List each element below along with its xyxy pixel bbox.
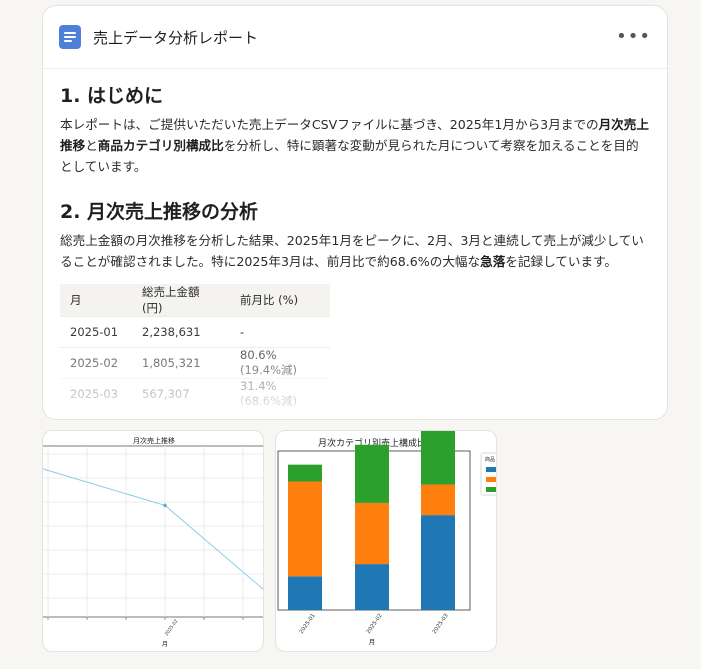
bar-segment bbox=[355, 444, 389, 503]
x-axis-label: 月 bbox=[162, 641, 168, 648]
x-axis-label: 月 bbox=[369, 638, 376, 646]
bar-chart-thumbnail[interactable]: 月次カテゴリ別売上構成比 2025-01 2025-02 2025-03 月商品 bbox=[275, 430, 497, 652]
table-row: 2025-02 1,805,321 80.6% (19.4%減) bbox=[60, 347, 330, 379]
legend-swatch bbox=[486, 487, 496, 492]
line-chart-thumbnail[interactable]: 月次売上推移 2025-02 月 bbox=[42, 430, 264, 652]
paragraph-text: と bbox=[85, 138, 98, 153]
chart-title: 月次売上推移 bbox=[133, 436, 175, 445]
bar-segment bbox=[288, 576, 322, 610]
table-cell: 1,805,321 bbox=[132, 347, 230, 379]
document-title: 売上データ分析レポート bbox=[93, 28, 259, 47]
table-row: 2025-03 567,307 31.4% (68.6%減) bbox=[60, 378, 330, 409]
stacked-bar-chart: 月次カテゴリ別売上構成比2025-01 2025-02 2025-03月商品 bbox=[277, 431, 496, 646]
table-cell: 2025-03 bbox=[60, 378, 132, 409]
legend-title: 商品 bbox=[485, 456, 495, 463]
x-tick-label: 2025-01 bbox=[299, 613, 317, 635]
emphasis-text: 急落 bbox=[480, 254, 506, 269]
section-heading: 2. 月次売上推移の分析 bbox=[60, 201, 259, 223]
table-cell: 2025-01 bbox=[60, 316, 132, 348]
paragraph-text: を記録しています。 bbox=[505, 254, 618, 269]
line-chart: 月次売上推移 2025-02 月 bbox=[43, 436, 263, 648]
table-cell: 2025-02 bbox=[60, 347, 132, 379]
x-tick-label: 2025-03 bbox=[432, 612, 450, 635]
table-header-cell: 前月比 (%) bbox=[230, 284, 330, 317]
table-cell: 80.6% (19.4%減) bbox=[230, 347, 330, 379]
bar-segment bbox=[288, 464, 322, 482]
bar-segment bbox=[355, 502, 389, 565]
document-icon bbox=[59, 25, 81, 49]
table-cell: 31.4% (68.6%減) bbox=[230, 378, 330, 409]
table-row: 2025-01 2,238,631 - bbox=[60, 316, 330, 348]
sales-table: 月 総売上金額 (円) 前月比 (%) 2025-01 2,238,631 - … bbox=[60, 284, 330, 409]
plot-area bbox=[43, 445, 263, 618]
bar-segment bbox=[288, 481, 322, 577]
table-header-cell: 月 bbox=[60, 284, 132, 317]
x-tick-label: 2025-02 bbox=[164, 618, 180, 637]
document-body: 1. はじめに 本レポートは、ご提供いただいた売上データCSVファイルに基づき、… bbox=[43, 69, 667, 409]
table-cell: 2,238,631 bbox=[132, 316, 230, 348]
paragraph-text: 本レポートは、ご提供いただいた売上データCSVファイルに基づき、2025年1月か… bbox=[60, 117, 599, 132]
data-point bbox=[163, 503, 167, 508]
emphasis-text: 商品カテゴリ別構成比 bbox=[97, 138, 224, 153]
bar-segment bbox=[421, 484, 455, 516]
sales-table-container: 月 総売上金額 (円) 前月比 (%) 2025-01 2,238,631 - … bbox=[60, 284, 330, 409]
legend-swatch bbox=[486, 477, 496, 482]
sales-line bbox=[43, 468, 263, 590]
section-paragraph: 総売上金額の月次推移を分析した結果、2025年1月をピークに、2月、3月と連続し… bbox=[60, 230, 650, 272]
table-header-row: 月 総売上金額 (円) 前月比 (%) bbox=[60, 284, 330, 317]
table-cell: 567,307 bbox=[132, 378, 230, 409]
section-paragraph: 本レポートは、ご提供いただいた売上データCSVファイルに基づき、2025年1月か… bbox=[60, 114, 650, 177]
x-tick-label: 2025-02 bbox=[366, 613, 384, 635]
bar-segment bbox=[421, 515, 455, 610]
bar-segment bbox=[421, 431, 455, 485]
table-header-cell: 総売上金額 (円) bbox=[132, 284, 230, 317]
ellipsis-icon: ••• bbox=[616, 26, 651, 47]
report-card: 売上データ分析レポート ••• 1. はじめに 本レポートは、ご提供いただいた売… bbox=[42, 5, 668, 420]
table-cell: - bbox=[230, 316, 330, 348]
bar-segment bbox=[355, 564, 389, 610]
more-options-button[interactable]: ••• bbox=[616, 28, 651, 46]
legend-swatch bbox=[486, 467, 496, 472]
card-header: 売上データ分析レポート ••• bbox=[43, 6, 667, 69]
section-heading: 1. はじめに bbox=[60, 85, 164, 107]
